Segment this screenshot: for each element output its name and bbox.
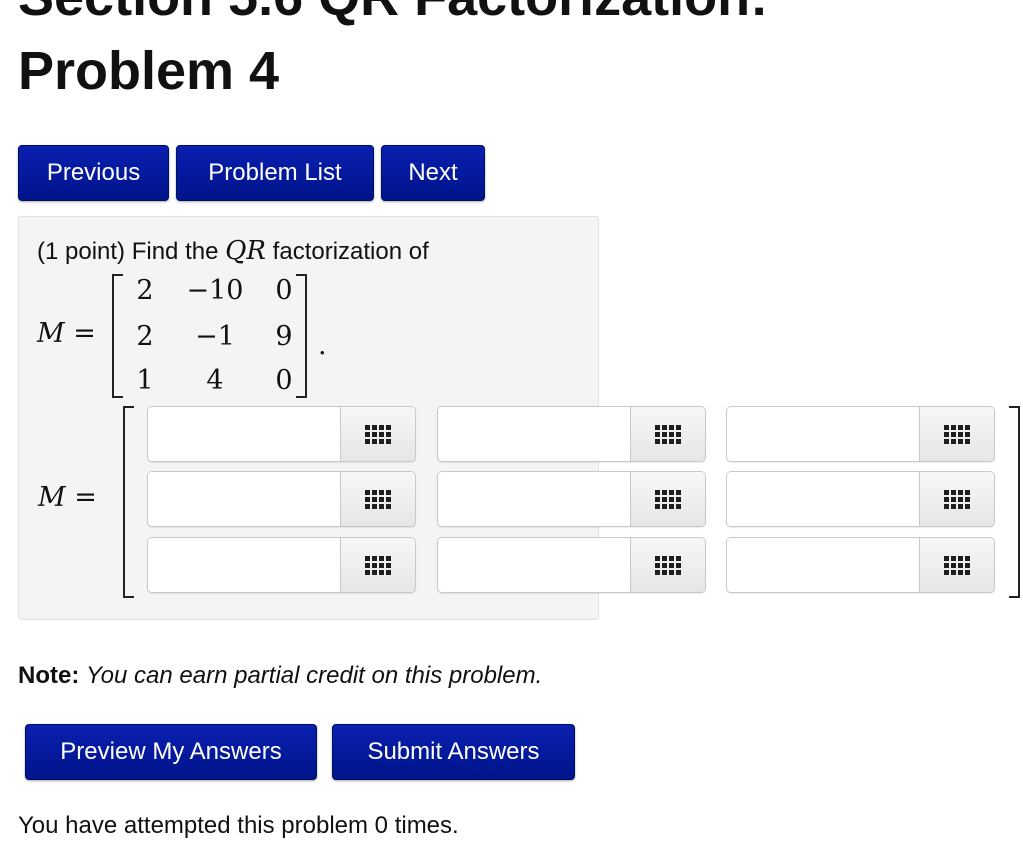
matrix-label-text: M =: [37, 318, 96, 349]
matrix-period: .: [318, 330, 327, 361]
grid-icon: [944, 489, 970, 509]
answer-input[interactable]: [727, 538, 921, 592]
matrix-cell: 4: [206, 365, 224, 396]
answer-input[interactable]: [148, 407, 342, 461]
answer-cell-2-1: [147, 471, 416, 527]
note-label: Note:: [18, 662, 80, 689]
qr-symbol: QR: [225, 236, 267, 266]
grid-icon: [655, 555, 681, 575]
grid-icon: [655, 424, 681, 444]
grid-icon: [365, 489, 391, 509]
matrix-cell: 0: [275, 365, 293, 396]
grid-icon: [655, 489, 681, 509]
equation-picker-button[interactable]: [919, 538, 994, 592]
equation-picker-button[interactable]: [919, 407, 994, 461]
prompt-prefix: (1 point) Find the: [37, 238, 226, 265]
answer-cell-1-1: [147, 406, 416, 462]
answer-cell-3-2: [437, 537, 706, 593]
grid-icon: [365, 555, 391, 575]
answer-cell-1-2: [437, 406, 706, 462]
matrix-cell: −1: [195, 321, 235, 352]
equation-picker-button[interactable]: [919, 472, 994, 526]
problem-list-button[interactable]: Problem List: [176, 145, 374, 201]
answer-matrix-label: M =: [38, 482, 97, 513]
answer-input[interactable]: [727, 407, 921, 461]
page-title-section: Section 5.6 QR Factorization:: [18, 0, 768, 24]
answer-input[interactable]: [148, 538, 342, 592]
answer-cell-3-1: [147, 537, 416, 593]
answer-cell-3-3: [726, 537, 995, 593]
grid-icon: [944, 424, 970, 444]
grid-icon: [365, 424, 391, 444]
answer-input[interactable]: [438, 538, 632, 592]
equation-picker-button[interactable]: [630, 472, 705, 526]
equation-picker-button[interactable]: [630, 538, 705, 592]
matrix-cell: 0: [275, 275, 293, 306]
answer-input[interactable]: [148, 472, 342, 526]
answer-input[interactable]: [438, 472, 632, 526]
note-text: You can earn partial credit on this prob…: [86, 662, 543, 689]
matrix-cell: 2: [136, 275, 154, 306]
answer-cell-2-3: [726, 471, 995, 527]
answer-left-bracket: [123, 406, 134, 598]
grid-icon: [944, 555, 970, 575]
attempts-status: You have attempted this problem 0 times.: [18, 812, 459, 839]
answer-cell-2-2: [437, 471, 706, 527]
matrix-cell: 2: [136, 321, 154, 352]
next-button[interactable]: Next: [381, 145, 485, 201]
matrix-cell: 9: [275, 321, 293, 352]
matrix-cell: 1: [136, 365, 154, 396]
partial-credit-note: Note: You can earn partial credit on thi…: [18, 662, 542, 690]
answer-input[interactable]: [727, 472, 921, 526]
answer-cell-1-3: [726, 406, 995, 462]
equation-picker-button[interactable]: [340, 472, 415, 526]
submit-answers-button[interactable]: Submit Answers: [332, 724, 575, 780]
equation-picker-button[interactable]: [340, 407, 415, 461]
page-title: Problem 4: [18, 41, 280, 101]
matrix-label: M =: [37, 318, 96, 349]
prompt-suffix: factorization of: [266, 238, 429, 265]
equation-picker-button[interactable]: [340, 538, 415, 592]
equation-picker-button[interactable]: [630, 407, 705, 461]
preview-answers-button[interactable]: Preview My Answers: [25, 724, 317, 780]
matrix-cell: −10: [186, 275, 244, 306]
answer-right-bracket: [1009, 406, 1020, 598]
previous-button[interactable]: Previous: [18, 145, 169, 201]
problem-prompt: (1 point) Find the QR factorization of: [37, 236, 429, 266]
answer-input[interactable]: [438, 407, 632, 461]
answer-matrix-label-text: M =: [38, 482, 97, 513]
